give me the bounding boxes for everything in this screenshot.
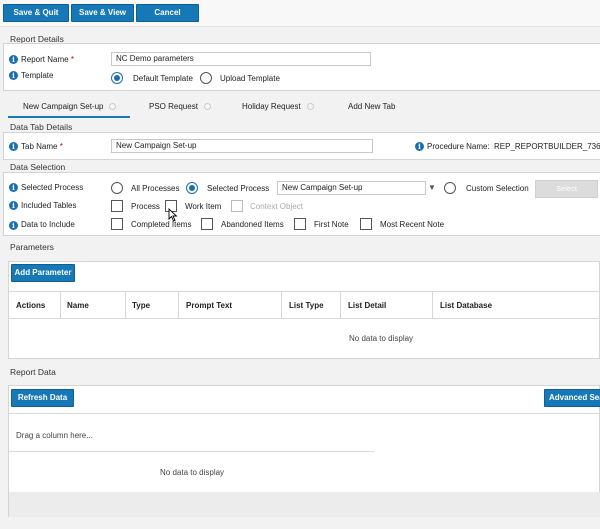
tab-new-campaign-setup[interactable]: New Campaign Set-up xyxy=(23,102,117,111)
completed-items-checkbox[interactable] xyxy=(111,218,123,230)
template-label: Template xyxy=(21,71,54,80)
grid-divider xyxy=(9,291,600,292)
grid-divider xyxy=(340,292,341,318)
info-icon: i xyxy=(9,183,18,192)
tab-status-dot xyxy=(109,103,117,110)
selected-process-label: Selected Process xyxy=(21,183,84,192)
top-toolbar: Save & Quit Save & View Cancel xyxy=(0,0,600,27)
tab-name-label: Tab Name * xyxy=(21,142,63,151)
column-header-type[interactable]: Type xyxy=(132,301,150,310)
grid-divider xyxy=(432,292,433,318)
most-recent-note-checkbox[interactable] xyxy=(360,218,372,230)
data-selection-title: Data Selection xyxy=(10,162,66,172)
info-icon: i xyxy=(9,71,18,80)
grid-divider xyxy=(125,292,126,318)
report-details-panel xyxy=(3,43,600,91)
column-header-list-type[interactable]: List Type xyxy=(289,301,324,310)
process-dropdown[interactable]: New Campaign Set-up xyxy=(277,181,426,195)
data-to-include-label: i Data to Include xyxy=(9,220,75,230)
parameters-title: Parameters xyxy=(10,242,54,252)
process-checkbox[interactable] xyxy=(111,200,123,212)
group-drag-hint[interactable]: Drag a column here... xyxy=(16,431,93,440)
selected-process-option-label: Selected Process xyxy=(207,184,270,193)
grid-divider xyxy=(9,318,600,319)
report-data-footer xyxy=(9,492,600,517)
tab-holiday-request[interactable]: Holiday Request xyxy=(242,102,314,111)
report-name-input[interactable]: NC Demo parameters xyxy=(111,52,371,66)
first-note-label: First Note xyxy=(314,220,349,229)
cancel-button[interactable]: Cancel xyxy=(136,4,199,22)
context-object-checkbox-label: Context Object xyxy=(250,202,303,211)
abandoned-items-checkbox[interactable] xyxy=(201,218,213,230)
upload-template-label: Upload Template xyxy=(220,74,280,83)
all-processes-radio[interactable] xyxy=(111,182,123,194)
grid-divider xyxy=(9,451,374,452)
report-data-empty-message: No data to display xyxy=(160,468,225,477)
tab-add-new[interactable]: Add New Tab xyxy=(348,102,395,111)
column-header-name[interactable]: Name xyxy=(67,301,89,310)
tab-name-input[interactable]: New Campaign Set-up xyxy=(111,139,373,153)
advanced-search-button[interactable]: Advanced Search xyxy=(544,389,600,407)
column-header-list-detail[interactable]: List Detail xyxy=(348,301,386,310)
first-note-checkbox[interactable] xyxy=(294,218,306,230)
parameters-empty-message: No data to display xyxy=(349,334,414,343)
completed-items-label: Completed Items xyxy=(131,220,192,229)
save-view-button[interactable]: Save & View xyxy=(71,4,134,22)
abandoned-items-label: Abandoned Items xyxy=(221,220,284,229)
add-parameter-button[interactable]: Add Parameter xyxy=(11,264,75,282)
column-header-prompt-text[interactable]: Prompt Text xyxy=(186,301,232,310)
grid-divider xyxy=(9,413,600,414)
custom-selection-radio[interactable] xyxy=(444,182,456,194)
parameters-panel xyxy=(8,261,600,359)
select-button[interactable]: Select xyxy=(535,180,598,198)
all-processes-label: All Processes xyxy=(131,184,180,193)
custom-selection-label: Custom Selection xyxy=(466,184,529,193)
included-tables-label: Included Tables xyxy=(21,201,77,210)
report-data-title: Report Data xyxy=(10,367,56,377)
column-header-actions[interactable]: Actions xyxy=(16,301,45,310)
process-checkbox-label: Process xyxy=(131,202,160,211)
upload-template-radio[interactable] xyxy=(200,72,212,84)
column-header-list-database[interactable]: List Database xyxy=(440,301,492,310)
chevron-down-icon[interactable]: ▼ xyxy=(428,183,436,192)
selected-process-radio[interactable] xyxy=(186,182,198,194)
active-tab-indicator xyxy=(8,116,130,118)
grid-divider xyxy=(281,292,282,318)
info-icon: i xyxy=(9,221,18,230)
tab-pso-request[interactable]: PSO Request xyxy=(149,102,211,111)
context-object-checkbox[interactable] xyxy=(231,200,243,212)
data-tab-details-title: Data Tab Details xyxy=(10,122,73,132)
report-name-label: Report Name * xyxy=(21,55,74,64)
procedure-name-label: Procedure Name: xyxy=(427,142,490,151)
default-template-label: Default Template xyxy=(133,74,193,83)
info-icon: i xyxy=(9,201,18,210)
info-icon: i xyxy=(9,55,18,64)
tab-status-dot xyxy=(306,103,314,110)
save-quit-button[interactable]: Save & Quit xyxy=(3,4,69,22)
info-icon: i xyxy=(415,142,424,151)
most-recent-note-label: Most Recent Note xyxy=(380,220,445,229)
info-icon: i xyxy=(9,142,18,151)
work-item-checkbox-label: Work Item xyxy=(185,202,222,211)
tab-status-dot xyxy=(203,103,211,110)
grid-divider xyxy=(178,292,179,318)
refresh-data-button[interactable]: Refresh Data xyxy=(11,389,74,407)
default-template-radio[interactable] xyxy=(111,72,123,84)
procedure-name-value: REP_REPORTBUILDER_7363 xyxy=(494,142,600,151)
grid-divider xyxy=(60,292,61,318)
